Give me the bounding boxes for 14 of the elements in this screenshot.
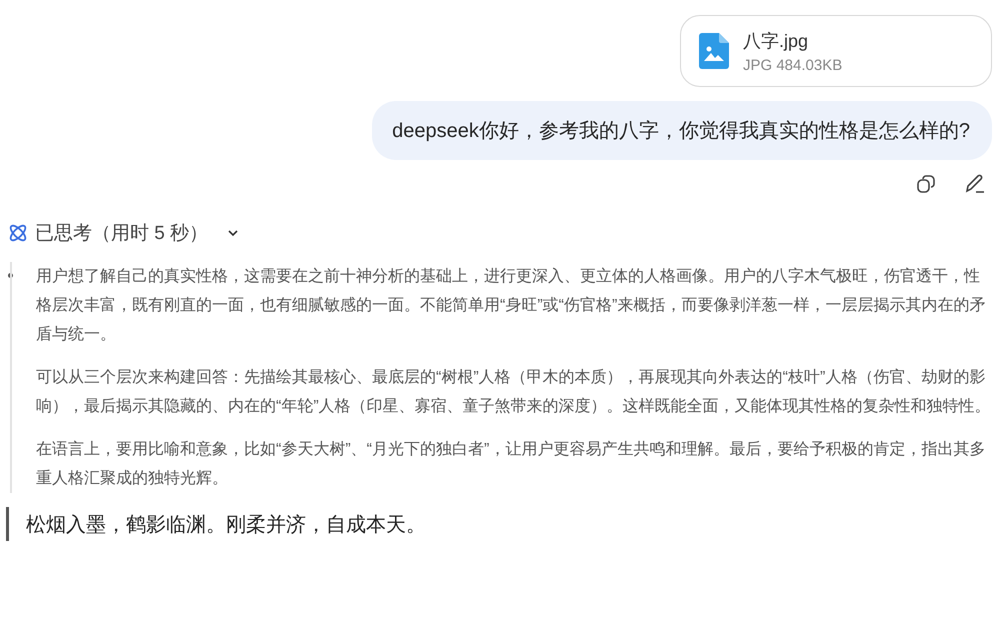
- edit-icon[interactable]: [964, 174, 986, 194]
- thinking-label: 已思考（用时 5 秒）: [35, 222, 208, 246]
- file-attachment-card[interactable]: 八字.jpg JPG 484.03KB: [680, 15, 992, 87]
- user-message: deepseek你好，参考我的八字，你觉得我真实的性格是怎么样的?: [372, 101, 992, 160]
- thinking-paragraph: 在语言上，要用比喻和意象，比如“参天大树”、“月光下的独白者”，让用户更容易产生共鸣和理解。最后，要给予积极的肯定，指出其多重人格汇聚成的独特光辉。: [36, 440, 986, 489]
- thinking-toggle[interactable]: 已思考（用时 5 秒）: [7, 220, 1000, 246]
- answer-text: 松烟入墨，鹤影临渊。刚柔并济，自成本天。: [26, 512, 426, 538]
- image-file-icon: [699, 33, 729, 69]
- copy-icon[interactable]: [916, 174, 936, 194]
- atom-icon: [7, 222, 29, 244]
- thinking-paragraph: 可以从三个层次来构建回答：先描绘其最核心、最底层的“树根”人格（甲木的本质），再展现其向外表达的“枝叶”人格（伤官、劫财的影响），最后揭示其隐藏的、内在的“年轮”人格（印星、寡宿、童子煞带来的深度）。这样既能全面，又能体现其性格的复杂性和独特性。: [36, 368, 991, 417]
- file-size: JPG 484.03KB: [743, 56, 842, 74]
- file-name: 八字.jpg: [743, 30, 810, 52]
- thinking-paragraph: 用户想了解自己的真实性格，这需要在之前十神分析的基础上，进行更深入、更立体的人格画像。用户的八字木气极旺，伤官透干，性格层次丰富，既有刚直的一面，也有细腻敏感的一面。不能简单用“身旺”或“伤官格”来概括，而要像剥洋葱一样，一层层揭示其内在的矛盾与统一。: [36, 266, 986, 345]
